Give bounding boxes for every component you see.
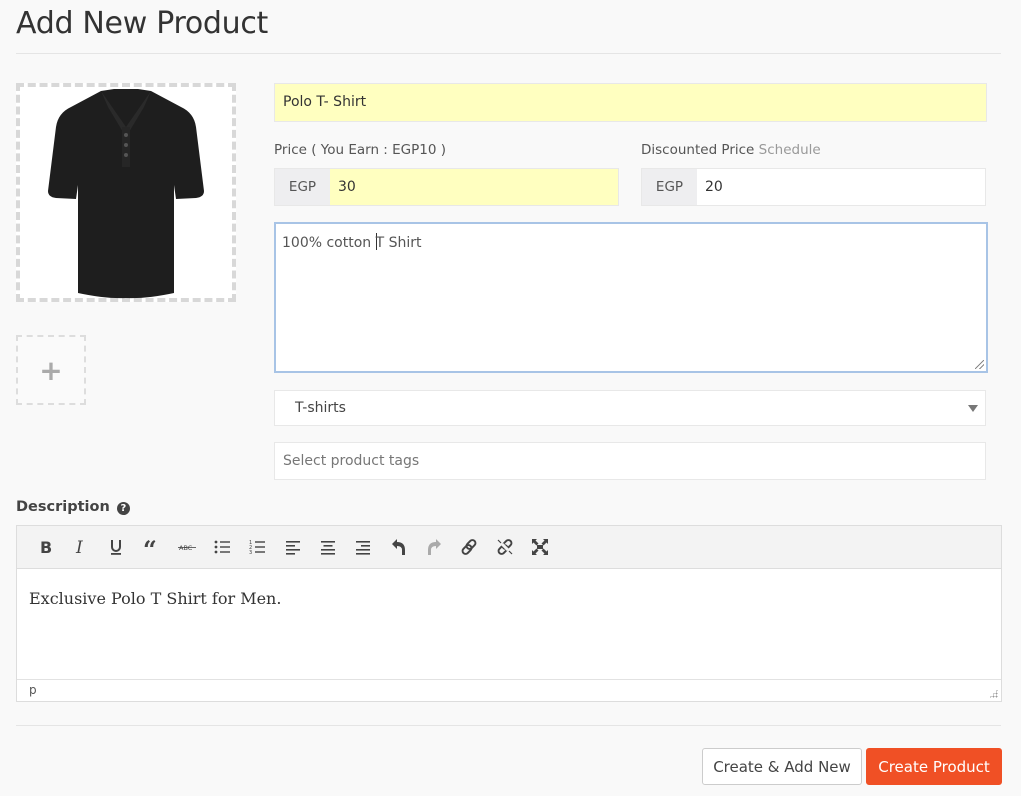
divider [16, 53, 1001, 54]
svg-text:ABC: ABC [179, 544, 193, 552]
plus-icon: + [39, 353, 63, 387]
svg-text:I: I [75, 538, 83, 556]
schedule-link[interactable]: Schedule [759, 142, 821, 158]
short-description-text-after: T Shirt [375, 235, 422, 251]
bold-icon: B [40, 538, 52, 556]
svg-text:3: 3 [249, 550, 252, 556]
price-label: Price ( You Earn : EGP10 ) [274, 142, 447, 158]
create-and-add-new-button[interactable]: Create & Add New [702, 748, 862, 785]
underline-icon [111, 540, 122, 555]
editor-toolbar: B I “ ABC 123 [17, 526, 1001, 569]
unlink-button[interactable] [487, 532, 522, 562]
short-description-textarea[interactable]: 100% cotton T Shirt [274, 222, 988, 373]
redo-button[interactable] [416, 532, 451, 562]
align-right-button[interactable] [346, 532, 381, 562]
price-input[interactable]: 30 [330, 169, 618, 205]
svg-text:B: B [40, 538, 52, 556]
category-selected-value: T-shirts [295, 400, 346, 416]
undo-icon [391, 539, 405, 555]
bullet-list-icon [214, 540, 231, 554]
page-title: Add New Product [16, 6, 268, 41]
editor-content[interactable]: Exclusive Polo T Shirt for Men. [17, 569, 1001, 679]
align-left-icon [285, 541, 300, 555]
product-image [48, 88, 204, 298]
fullscreen-icon [531, 539, 548, 555]
numbered-list-icon: 123 [249, 540, 266, 556]
underline-button[interactable] [99, 532, 134, 562]
fullscreen-button[interactable] [522, 532, 557, 562]
align-center-button[interactable] [310, 532, 345, 562]
discounted-price-label: Discounted Price Schedule [641, 142, 821, 158]
price-input-group: EGP 30 [274, 168, 619, 206]
italic-icon: I [75, 538, 83, 556]
bullet-list-button[interactable] [204, 532, 239, 562]
link-icon [461, 539, 477, 555]
blockquote-button[interactable]: “ [134, 532, 169, 562]
unlink-icon [497, 539, 512, 555]
editor-resize-handle[interactable] [989, 689, 998, 698]
question-circle-icon[interactable]: ? [116, 502, 130, 515]
svg-text:“: “ [143, 538, 157, 556]
numbered-list-button[interactable]: 123 [240, 532, 275, 562]
link-button[interactable] [452, 532, 487, 562]
resize-handle[interactable] [975, 360, 984, 369]
editor-statusbar: p [17, 679, 1001, 701]
product-name-input[interactable]: Polo T- Shirt [274, 83, 987, 122]
create-product-button[interactable]: Create Product [866, 748, 1002, 785]
undo-button[interactable] [381, 532, 416, 562]
description-label-text: Description [16, 499, 110, 515]
quote-icon: “ [143, 538, 157, 556]
category-select[interactable]: T-shirts [274, 390, 986, 426]
product-image-dropzone[interactable] [16, 83, 236, 302]
short-description-text-before: 100% cotton [282, 235, 376, 251]
divider [16, 725, 1001, 726]
rich-text-editor: B I “ ABC 123 Exclusive Polo T Shirt for… [16, 525, 1002, 702]
strikethrough-icon: ABC [177, 544, 196, 552]
discounted-currency-addon: EGP [642, 169, 697, 205]
italic-button[interactable]: I [63, 532, 98, 562]
redo-icon [427, 539, 441, 555]
bold-button[interactable]: B [28, 532, 63, 562]
discounted-price-input[interactable]: 20 [697, 169, 985, 205]
strikethrough-button[interactable]: ABC [169, 532, 204, 562]
element-path[interactable]: p [29, 683, 37, 697]
chevron-down-icon [968, 405, 978, 412]
price-currency-addon: EGP [275, 169, 330, 205]
tags-input[interactable]: Select product tags [274, 442, 986, 480]
align-center-icon [321, 541, 336, 555]
description-label: Description ? [16, 499, 130, 515]
add-image-button[interactable]: + [16, 335, 86, 405]
align-right-icon [356, 541, 371, 555]
discounted-price-input-group: EGP 20 [641, 168, 986, 206]
align-left-button[interactable] [275, 532, 310, 562]
discounted-price-label-text: Discounted Price [641, 142, 755, 158]
